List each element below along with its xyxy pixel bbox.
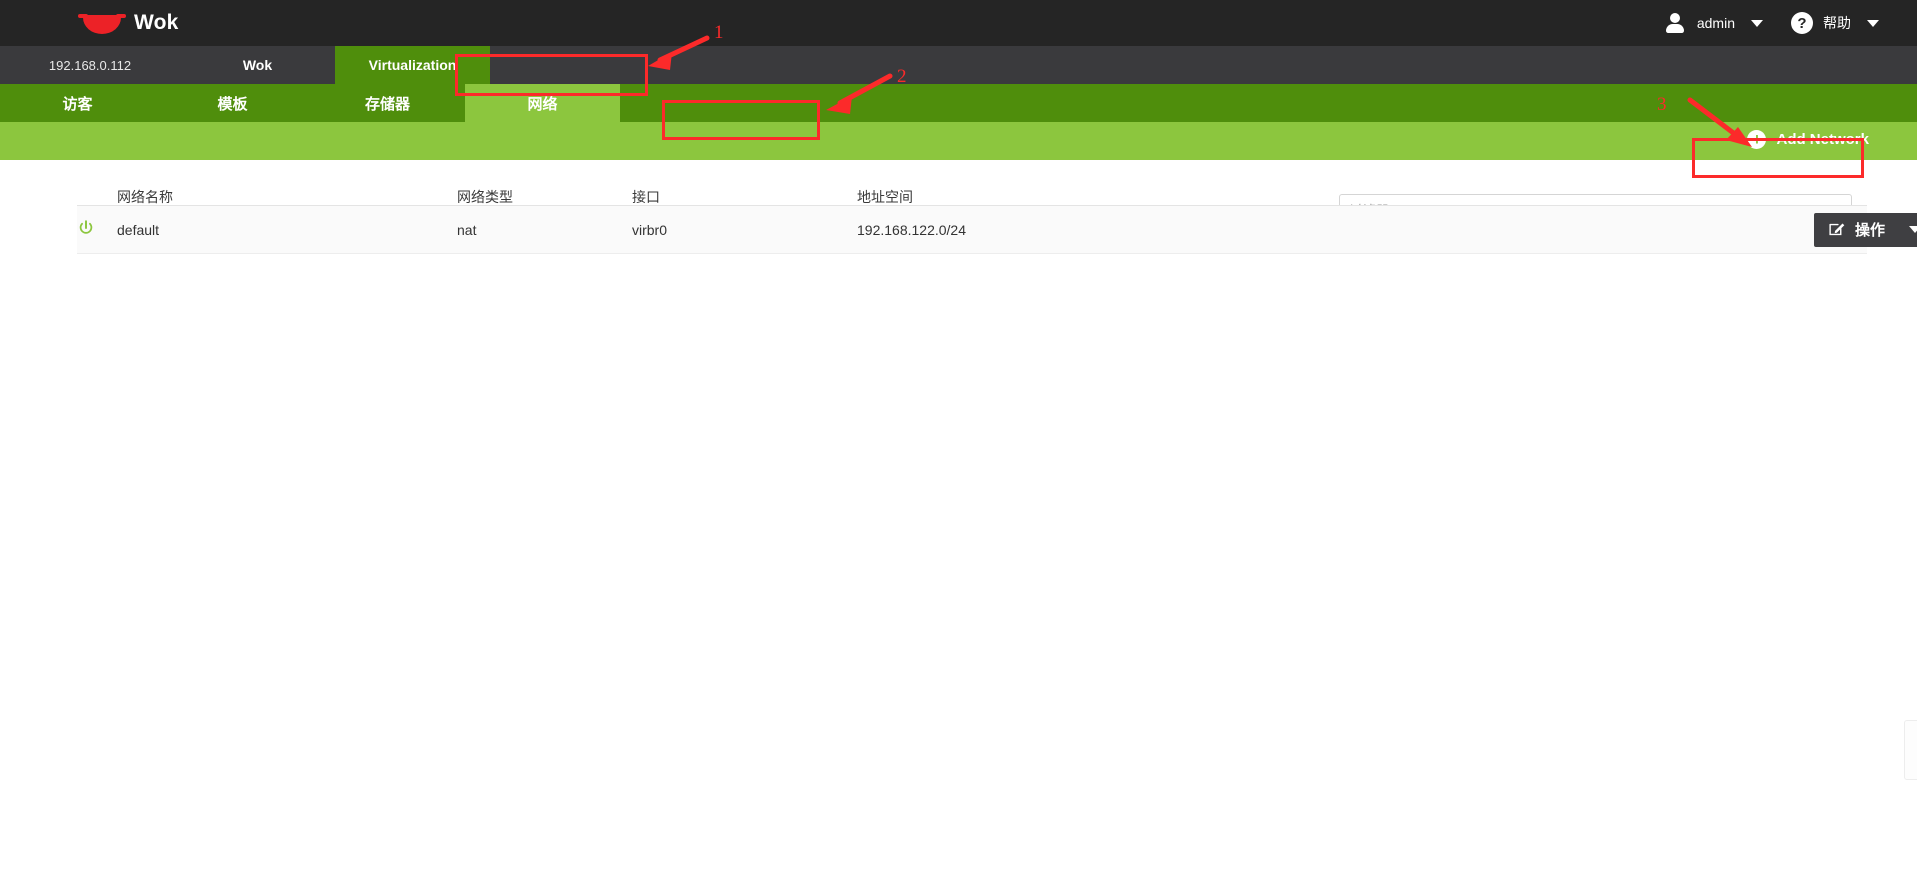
row-action-button[interactable]: 操作	[1814, 212, 1917, 247]
toolbar: + Add Network	[0, 122, 1917, 160]
app-nav-bar: 192.168.0.112 Wok Virtualization	[0, 46, 1917, 84]
networks-table: 网络名称 网络类型 接口 地址空间 default nat virbr0 192…	[77, 160, 1917, 254]
chevron-down-icon	[1909, 226, 1917, 233]
header-right-controls: admin ? 帮助	[1651, 0, 1893, 46]
tab-storage[interactable]: 存储器	[310, 84, 465, 122]
column-header-state	[77, 197, 117, 203]
tab-network[interactable]: 网络	[465, 84, 620, 122]
app-nav-item-wok[interactable]: Wok	[180, 46, 335, 84]
host-address-label: 192.168.0.112	[48, 57, 132, 73]
user-icon	[1665, 13, 1685, 33]
network-address-cell: 192.168.122.0/24	[857, 221, 966, 238]
table-header-row: 网络名称 网络类型 接口 地址空间	[77, 160, 1867, 206]
add-network-button[interactable]: + Add Network	[1741, 127, 1875, 152]
user-menu[interactable]: admin	[1651, 0, 1777, 46]
help-menu[interactable]: ? 帮助	[1777, 0, 1893, 46]
column-header-interface: 接口	[632, 188, 660, 205]
chevron-down-icon	[1867, 19, 1879, 27]
tab-templates[interactable]: 模板	[155, 84, 310, 122]
column-header-name: 网络名称	[117, 188, 173, 205]
question-mark-icon: ?	[1791, 12, 1813, 34]
add-network-label: Add Network	[1776, 131, 1869, 148]
row-action-label: 操作	[1855, 222, 1886, 239]
chevron-down-icon	[1751, 19, 1763, 27]
wok-logo-icon	[78, 10, 126, 36]
vertical-scrollbar[interactable]	[1904, 720, 1917, 780]
column-header-address: 地址空间	[857, 188, 913, 205]
brand-name: Wok	[134, 11, 179, 34]
help-menu-label: 帮助	[1823, 15, 1851, 31]
power-on-icon	[79, 220, 93, 234]
column-header-type: 网络类型	[457, 188, 513, 205]
edit-pencil-icon	[1828, 221, 1845, 238]
user-menu-label: admin	[1696, 15, 1735, 31]
network-name-cell: default	[117, 221, 160, 238]
brand[interactable]: Wok	[78, 10, 179, 36]
page-root: Wok admin ? 帮助 192.168.0.112 Wok Virtual…	[0, 0, 1917, 879]
network-type-cell: nat	[457, 221, 477, 238]
column-header-action	[1717, 197, 1867, 203]
app-nav-item-virtualization[interactable]: Virtualization	[335, 46, 490, 84]
tab-guests[interactable]: 访客	[0, 84, 155, 122]
section-tabs-bar: 访客 模板 存储器 网络	[0, 84, 1917, 122]
network-interface-cell: virbr0	[632, 221, 668, 238]
content-area: 网络名称 网络类型 接口 地址空间 default nat virbr0 192…	[0, 160, 1917, 879]
network-state-cell	[77, 219, 117, 240]
plus-circle-icon: +	[1747, 130, 1767, 149]
app-header: Wok admin ? 帮助	[0, 0, 1917, 46]
table-row[interactable]: default nat virbr0 192.168.122.0/24 操作	[77, 206, 1917, 254]
